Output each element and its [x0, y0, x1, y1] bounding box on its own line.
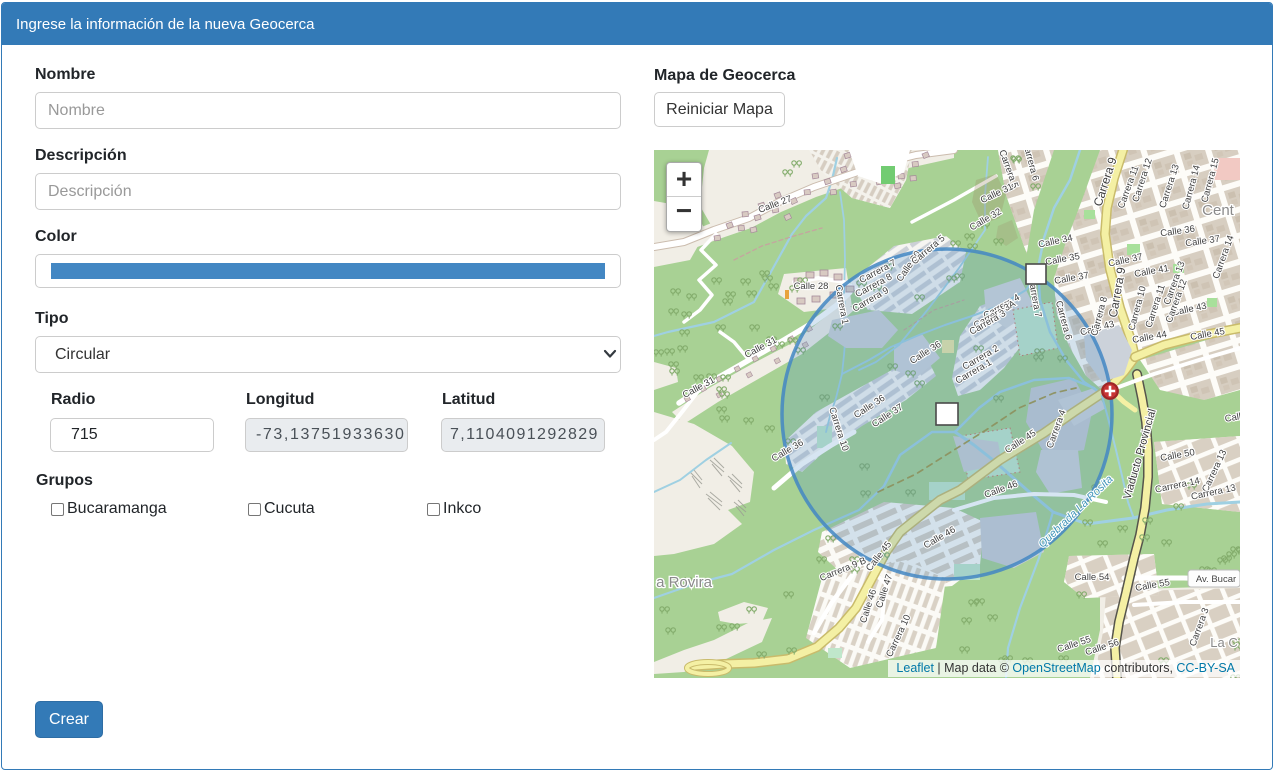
svg-text:Cent: Cent — [1202, 202, 1235, 219]
svg-text:Av. Bucar: Av. Bucar — [1196, 574, 1236, 585]
svg-text:a Rovira: a Rovira — [656, 574, 713, 591]
svg-text:Calle 28: Calle 28 — [794, 281, 829, 292]
svg-text:La C: La C — [1210, 635, 1237, 650]
svg-text:Calle 54: Calle 54 — [1075, 572, 1110, 583]
